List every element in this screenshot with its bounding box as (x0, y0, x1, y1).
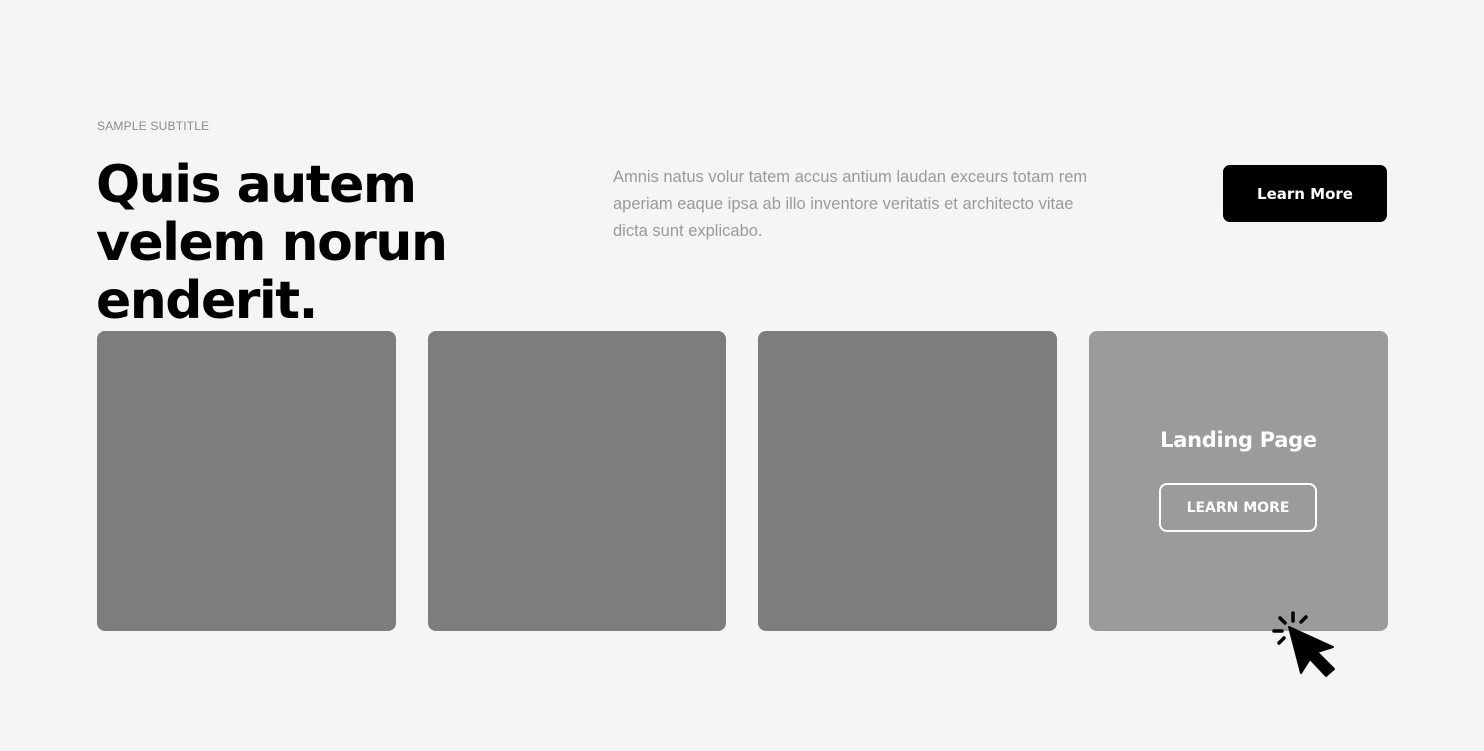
portfolio-card-1[interactable] (97, 331, 396, 631)
portfolio-card-2[interactable] (428, 331, 726, 631)
click-cursor-icon (1272, 611, 1335, 677)
portfolio-card-3[interactable] (758, 331, 1057, 631)
section-description: Amnis natus volur tatem accus antium lau… (613, 168, 1088, 240)
section-title: Quis autem velem norun enderit. (96, 155, 448, 331)
learn-more-button[interactable]: Learn More (1223, 165, 1387, 222)
portfolio-card-4-hovered[interactable]: Landing Page LEARN MORE (1089, 331, 1388, 631)
card-learn-more-button[interactable]: LEARN MORE (1159, 483, 1317, 532)
card-title: Landing Page (1160, 428, 1317, 452)
section-subtitle: SAMPLE SUBTITLE (97, 119, 210, 133)
